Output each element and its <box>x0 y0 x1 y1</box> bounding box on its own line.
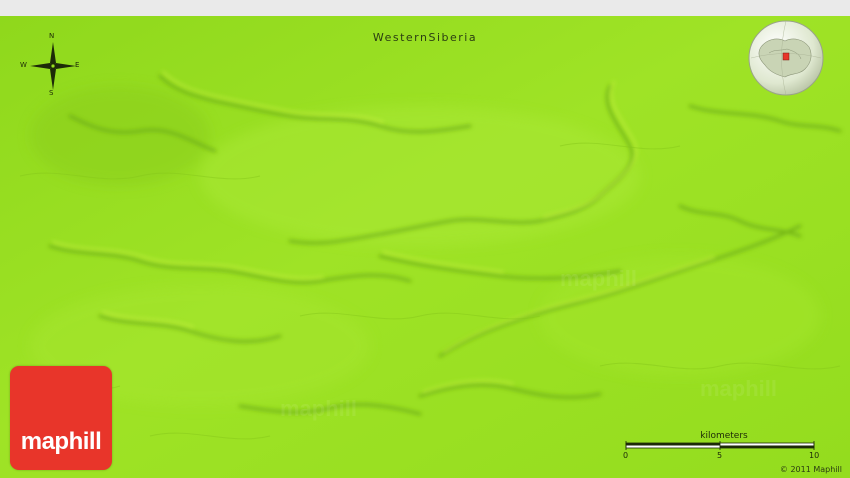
scale-bar: kilometers 0 5 10 <box>618 428 830 462</box>
terrain-layer: maphill maphill maphill <box>0 16 850 478</box>
compass-north: N <box>49 32 55 40</box>
scale-ruler-icon <box>625 441 815 450</box>
logo-text: maphill <box>20 428 102 455</box>
compass-east: E <box>75 61 80 69</box>
globe-locator-icon[interactable] <box>747 19 825 97</box>
maphill-logo[interactable]: maphill <box>10 366 112 470</box>
compass-west: W <box>20 61 27 69</box>
svg-text:maphill: maphill <box>700 376 777 401</box>
relief-map[interactable]: maphill maphill maphill <box>0 16 850 478</box>
locator-marker <box>782 52 790 61</box>
compass-rose: N S E W <box>18 32 88 100</box>
map-viewport[interactable]: maphill maphill maphill WesternSiberia N… <box>0 0 850 478</box>
svg-text:maphill: maphill <box>280 396 357 421</box>
svg-text:maphill: maphill <box>560 266 637 291</box>
region-title: WesternSiberia <box>372 31 478 44</box>
compass-south: S <box>49 89 54 97</box>
scale-tick-5: 5 <box>717 451 723 460</box>
scale-tick-0: 0 <box>623 451 629 460</box>
top-strip <box>0 0 850 16</box>
scale-tick-10: 10 <box>809 451 820 460</box>
terrain-base <box>0 16 850 478</box>
copyright-text: © 2011 Maphill <box>779 465 842 474</box>
